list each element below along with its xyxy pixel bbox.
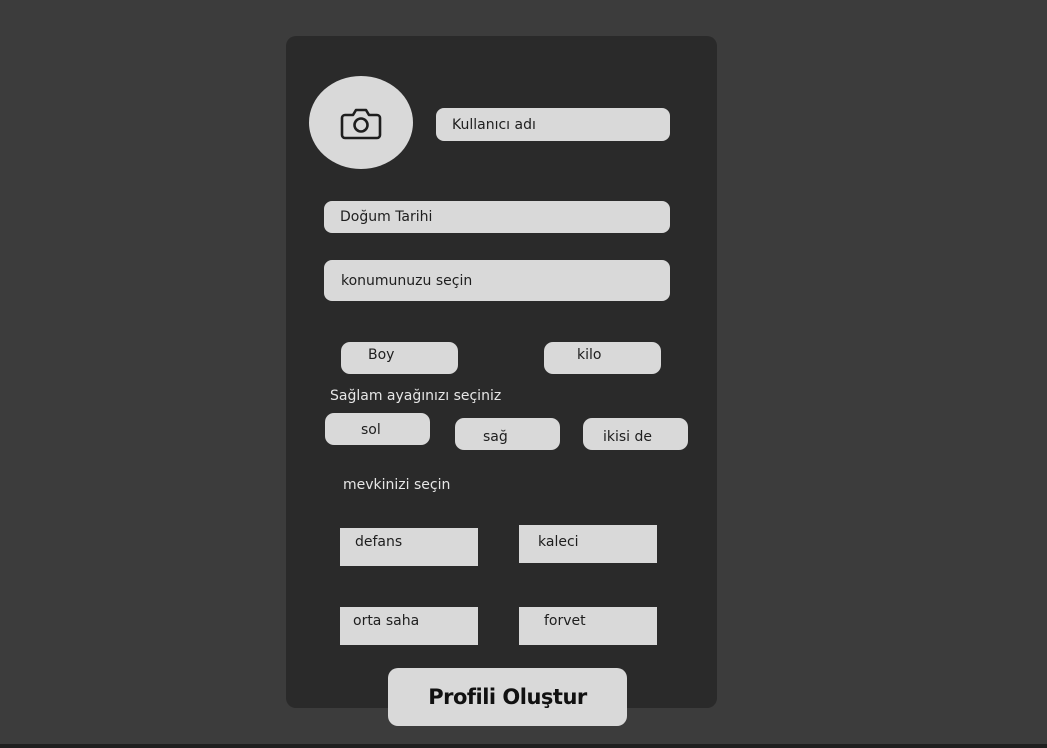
position-option-defender[interactable]: defans xyxy=(340,528,478,566)
position-option-forward[interactable]: forvet xyxy=(519,607,657,645)
bottom-edge-divider xyxy=(0,744,1047,748)
location-placeholder: konumunuzu seçin xyxy=(341,272,473,289)
foot-option-left-label: sol xyxy=(361,422,381,438)
birthdate-placeholder: Doğum Tarihi xyxy=(340,209,433,225)
foot-option-left[interactable]: sol xyxy=(325,413,430,445)
camera-icon xyxy=(340,108,382,139)
height-field[interactable]: Boy xyxy=(341,342,458,374)
foot-option-both-label: ikisi de xyxy=(603,429,653,445)
foot-option-right-label: sağ xyxy=(483,429,508,445)
foot-option-both[interactable]: ikisi de xyxy=(583,418,688,450)
create-profile-label: Profili Oluştur xyxy=(428,685,587,709)
position-option-goalkeeper[interactable]: kaleci xyxy=(519,525,657,563)
birthdate-field[interactable]: Doğum Tarihi xyxy=(324,201,670,233)
foot-section-label: Sağlam ayağınızı seçiniz xyxy=(330,388,502,404)
position-section-label: mevkinizi seçin xyxy=(343,477,451,493)
position-option-goalkeeper-label: kaleci xyxy=(538,534,579,550)
weight-label: kilo xyxy=(577,347,602,363)
avatar-upload-button[interactable] xyxy=(309,76,413,169)
height-label: Boy xyxy=(368,347,395,363)
location-select[interactable]: konumunuzu seçin xyxy=(324,260,670,301)
foot-option-right[interactable]: sağ xyxy=(455,418,560,450)
create-profile-button[interactable]: Profili Oluştur xyxy=(388,668,627,726)
position-option-midfielder-label: orta saha xyxy=(353,613,420,629)
username-placeholder: Kullanıcı adı xyxy=(452,116,536,133)
position-option-midfielder[interactable]: orta saha xyxy=(340,607,478,645)
position-option-forward-label: forvet xyxy=(544,613,586,629)
weight-field[interactable]: kilo xyxy=(544,342,661,374)
position-option-defender-label: defans xyxy=(355,534,403,550)
username-field[interactable]: Kullanıcı adı xyxy=(436,108,670,141)
